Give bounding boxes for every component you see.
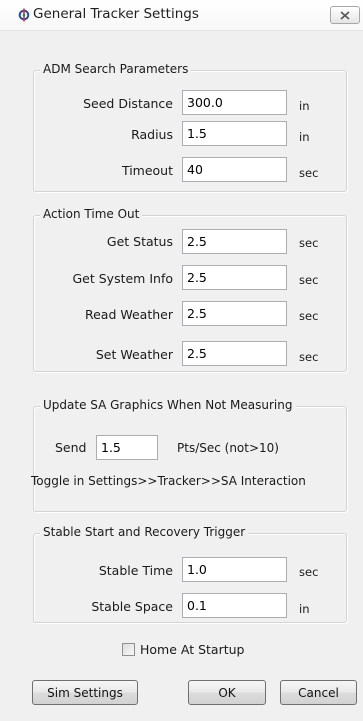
read-weather-field[interactable] <box>182 301 287 326</box>
set-weather-unit: sec <box>299 350 319 364</box>
set-weather-label: Set Weather <box>95 347 173 362</box>
get-status-unit: sec <box>299 236 319 250</box>
title-bar: General Tracker Settings <box>0 0 363 31</box>
update-sa-graphics-group: Update SA Graphics When Not Measuring <box>33 398 347 512</box>
close-button[interactable] <box>330 6 360 24</box>
stable-time-unit: sec <box>299 565 319 579</box>
stable-time-label: Stable Time <box>98 563 173 578</box>
read-weather-label: Read Weather <box>84 307 173 322</box>
get-status-field[interactable] <box>182 229 287 254</box>
seed-distance-field[interactable] <box>182 90 287 115</box>
ok-button[interactable]: OK <box>188 680 266 705</box>
update-sa-graphics-title: Update SA Graphics When Not Measuring <box>40 398 296 412</box>
sim-settings-button[interactable]: Sim Settings <box>32 680 138 705</box>
get-system-info-unit: sec <box>299 273 319 287</box>
stable-trigger-title: Stable Start and Recovery Trigger <box>40 525 249 539</box>
send-label: Send <box>55 440 87 455</box>
radius-field[interactable] <box>182 121 287 146</box>
seed-distance-unit: in <box>299 99 310 113</box>
stable-space-label: Stable Space <box>91 599 173 614</box>
stable-time-field[interactable] <box>182 557 287 582</box>
cancel-button[interactable]: Cancel <box>280 680 357 705</box>
home-at-startup-label[interactable]: Home At Startup <box>140 642 245 657</box>
send-rate-field[interactable] <box>96 435 158 460</box>
window-title: General Tracker Settings <box>33 6 199 22</box>
get-system-info-label: Get System Info <box>72 271 174 286</box>
radius-label: Radius <box>131 127 173 142</box>
seed-distance-label: Seed Distance <box>83 96 173 111</box>
get-system-info-field[interactable] <box>182 265 287 290</box>
close-icon <box>340 10 350 20</box>
action-timeout-title: Action Time Out <box>40 207 143 221</box>
toggle-note: Toggle in Settings>>Tracker>>SA Interact… <box>31 474 306 488</box>
app-icon <box>18 8 30 22</box>
get-status-label: Get Status <box>106 234 173 249</box>
timeout-field[interactable] <box>182 157 287 182</box>
timeout-unit: sec <box>299 166 319 180</box>
set-weather-field[interactable] <box>182 341 287 366</box>
radius-unit: in <box>299 130 310 144</box>
send-rate-unit: Pts/Sec (not>10) <box>177 441 279 455</box>
timeout-label: Timeout <box>121 163 173 178</box>
adm-search-title: ADM Search Parameters <box>40 62 192 76</box>
read-weather-unit: sec <box>299 309 319 323</box>
stable-space-unit: in <box>299 602 310 616</box>
stable-space-field[interactable] <box>182 593 287 618</box>
home-at-startup-checkbox[interactable] <box>122 643 135 656</box>
